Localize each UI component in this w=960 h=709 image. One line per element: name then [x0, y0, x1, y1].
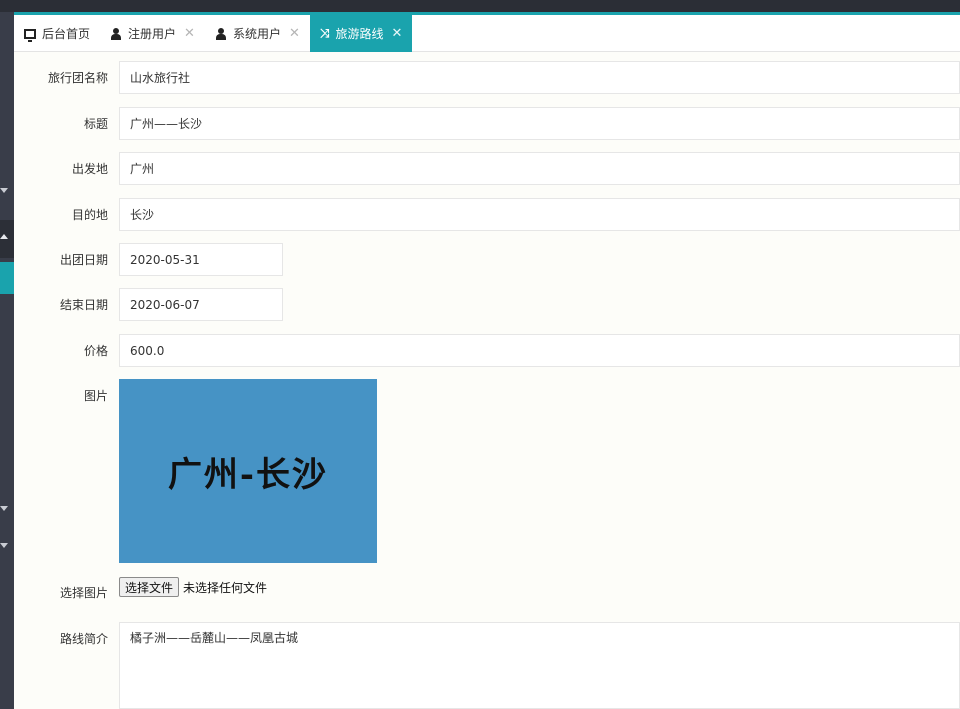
- start-date-label: 出团日期: [59, 253, 108, 267]
- tab-label: 注册用户: [128, 27, 177, 41]
- route-picture-text: 广州-长沙: [167, 454, 329, 495]
- close-icon[interactable]: ✕: [289, 26, 300, 41]
- file-status-text: 未选择任何文件: [183, 580, 268, 595]
- tab-label: 系统用户: [232, 27, 281, 41]
- end-date-label: 结束日期: [59, 298, 108, 312]
- user-icon: [215, 27, 227, 40]
- monitor-icon: [24, 28, 36, 42]
- top-bar: [0, 0, 960, 12]
- choose-picture-label: 选择图片: [59, 586, 108, 600]
- sidebar: [0, 12, 14, 709]
- agency-label: 旅行团名称: [47, 71, 108, 85]
- choose-file-button[interactable]: 选择文件: [119, 577, 180, 597]
- price-label: 价格: [83, 344, 108, 358]
- departure-label: 出发地: [71, 162, 108, 176]
- destination-label: 目的地: [71, 208, 108, 222]
- summary-textarea[interactable]: 橘子洲——岳麓山——凤凰古城: [119, 622, 960, 709]
- tab-bar: 后台首页 注册用户 ✕ 系统用户 ✕ ⤨ 旅游路线 ✕: [14, 15, 960, 52]
- user-icon: [110, 27, 122, 40]
- route-icon: ⤨: [319, 26, 330, 40]
- departure-input[interactable]: 广州: [119, 152, 960, 185]
- end-date-input[interactable]: 2020-06-07: [119, 288, 283, 321]
- tab-label: 旅游路线: [335, 27, 384, 41]
- sidebar-item[interactable]: [0, 220, 14, 258]
- start-date-input[interactable]: 2020-05-31: [119, 243, 283, 276]
- agency-input[interactable]: 山水旅行社: [119, 61, 960, 94]
- title-input[interactable]: 广州——长沙: [119, 107, 960, 140]
- main-content: 后台首页 注册用户 ✕ 系统用户 ✕ ⤨ 旅游路线 ✕ 旅行团名称 山水旅行社 …: [14, 15, 960, 709]
- route-picture: 广州-长沙: [119, 379, 377, 563]
- title-label: 标题: [83, 117, 108, 131]
- tab-home[interactable]: 后台首页: [14, 15, 100, 52]
- chevron-up-icon[interactable]: [0, 234, 8, 239]
- close-icon[interactable]: ✕: [184, 26, 195, 41]
- summary-label: 路线简介: [59, 632, 108, 646]
- picture-label: 图片: [83, 389, 108, 403]
- tab-system-users[interactable]: 系统用户 ✕: [205, 15, 310, 52]
- close-icon[interactable]: ✕: [391, 26, 402, 41]
- tab-registered-users[interactable]: 注册用户 ✕: [100, 15, 205, 52]
- tab-travel-routes[interactable]: ⤨ 旅游路线 ✕: [309, 15, 413, 52]
- destination-input[interactable]: 长沙: [119, 198, 960, 231]
- chevron-down-icon[interactable]: [0, 543, 8, 548]
- chevron-down-icon[interactable]: [0, 506, 8, 511]
- sidebar-item-active[interactable]: [0, 262, 14, 294]
- tab-label: 后台首页: [42, 27, 91, 41]
- chevron-down-icon[interactable]: [0, 188, 8, 193]
- price-input[interactable]: 600.0: [119, 334, 960, 367]
- file-picker: 选择文件 未选择任何文件: [119, 577, 267, 597]
